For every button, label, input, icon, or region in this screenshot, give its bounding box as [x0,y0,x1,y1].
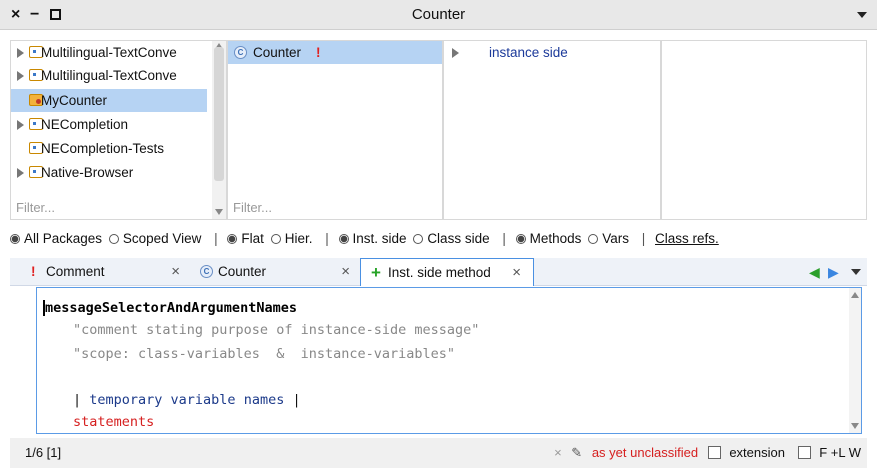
browser-options-bar: All Packages Scoped View | Flat Hier. | … [10,226,867,252]
radio-icon [10,234,20,244]
class-refs-link[interactable]: Class refs. [655,231,719,246]
package-list-pane[interactable]: Multilingual-TextConve Multilingual-Text… [10,40,227,220]
format-flags-label: F +L W [819,445,861,460]
tab-counter[interactable]: C Counter × [190,258,360,286]
package-item[interactable]: Multilingual-TextConve [11,41,214,64]
close-tab-icon[interactable]: × [512,259,521,287]
window-title-bar: × − Counter [0,0,877,30]
scoped-view-radio[interactable]: Scoped View [108,226,201,252]
clear-protocol-icon[interactable]: × [554,445,562,460]
add-icon: + [371,263,381,282]
class-item-selected[interactable]: C Counter ! [228,41,442,64]
back-arrow-icon[interactable]: ◀ [809,258,820,286]
package-item[interactable]: NECompletion-Tests [11,137,214,160]
inst-side-radio[interactable]: Inst. side [338,226,407,252]
class-list-pane[interactable]: C Counter ! Filter... [227,40,443,220]
forward-arrow-icon[interactable]: ▶ [828,258,839,286]
methods-radio[interactable]: Methods [515,226,581,252]
expand-triangle-icon[interactable] [17,168,24,178]
expand-triangle-icon[interactable] [17,71,24,81]
all-packages-radio[interactable]: All Packages [10,226,102,252]
temporaries-line: | temporary variable names | [73,392,301,408]
tab-inst-side-method[interactable]: + Inst. side method × [360,258,534,286]
radio-icon [270,234,281,244]
protocol-item[interactable]: instance side [444,41,660,64]
class-filter-input[interactable]: Filter... [233,200,272,215]
comment-line: "comment stating purpose of instance-sid… [73,322,480,338]
class-icon: C [234,46,247,59]
hierarchy-radio[interactable]: Hier. [270,226,312,252]
window-title: Counter [411,6,466,23]
warning-icon: ! [316,45,321,60]
extension-checkbox[interactable] [707,446,721,459]
close-tab-icon[interactable]: × [171,258,180,286]
scroll-down-icon[interactable] [215,209,223,215]
package-filter-input[interactable]: Filter... [16,200,55,215]
package-item[interactable]: NECompletion [11,113,214,136]
class-icon: C [200,265,213,278]
cursor-position: 1/6 [1] [25,445,62,460]
flat-radio[interactable]: Flat [227,226,264,252]
method-selector-line: messageSelectorAndArgumentNames [45,300,297,316]
radio-icon [227,234,238,244]
class-side-radio[interactable]: Class side [413,226,490,252]
expand-triangle-icon[interactable] [452,48,459,58]
radio-icon [338,234,349,244]
radio-icon [515,234,526,244]
editor-tab-bar: ! Comment × C Counter × + Inst. side met… [10,258,867,286]
method-code-editor[interactable]: messageSelectorAndArgumentNames "comment… [36,287,862,434]
editor-status-bar: 1/6 [1] × ✎ as yet unclassified extensio… [10,438,867,468]
close-tab-icon[interactable]: × [341,258,350,286]
extension-label: extension [729,445,785,460]
radio-icon [108,234,119,244]
method-list-pane[interactable] [661,40,867,220]
scroll-down-icon[interactable] [851,423,859,429]
package-item-selected[interactable]: MyCounter [11,89,207,112]
expand-triangle-icon[interactable] [17,48,24,58]
scroll-up-icon[interactable] [851,292,859,298]
radio-icon [588,234,599,244]
radio-icon [413,234,424,244]
warning-icon: ! [31,264,36,279]
protocol-list-pane[interactable]: instance side [443,40,661,220]
tabs-menu-icon[interactable] [851,269,861,275]
editor-scrollbar[interactable] [849,288,861,433]
comment-line: "scope: class-variables & instance-varia… [73,346,456,362]
package-item[interactable]: Multilingual-TextConve [11,64,214,87]
window-menu-icon[interactable] [857,12,867,18]
tab-comment[interactable]: ! Comment × [10,258,190,286]
package-item[interactable]: Native-Browser [11,161,214,184]
pencil-icon[interactable]: ✎ [571,445,582,460]
statements-line: statements [73,414,155,430]
scrollbar-thumb[interactable] [214,47,224,181]
protocol-link[interactable]: as yet unclassified [592,445,698,460]
format-checkbox[interactable] [797,446,811,459]
vars-radio[interactable]: Vars [588,226,629,252]
expand-triangle-icon[interactable] [17,120,24,130]
package-scrollbar[interactable] [212,41,226,219]
